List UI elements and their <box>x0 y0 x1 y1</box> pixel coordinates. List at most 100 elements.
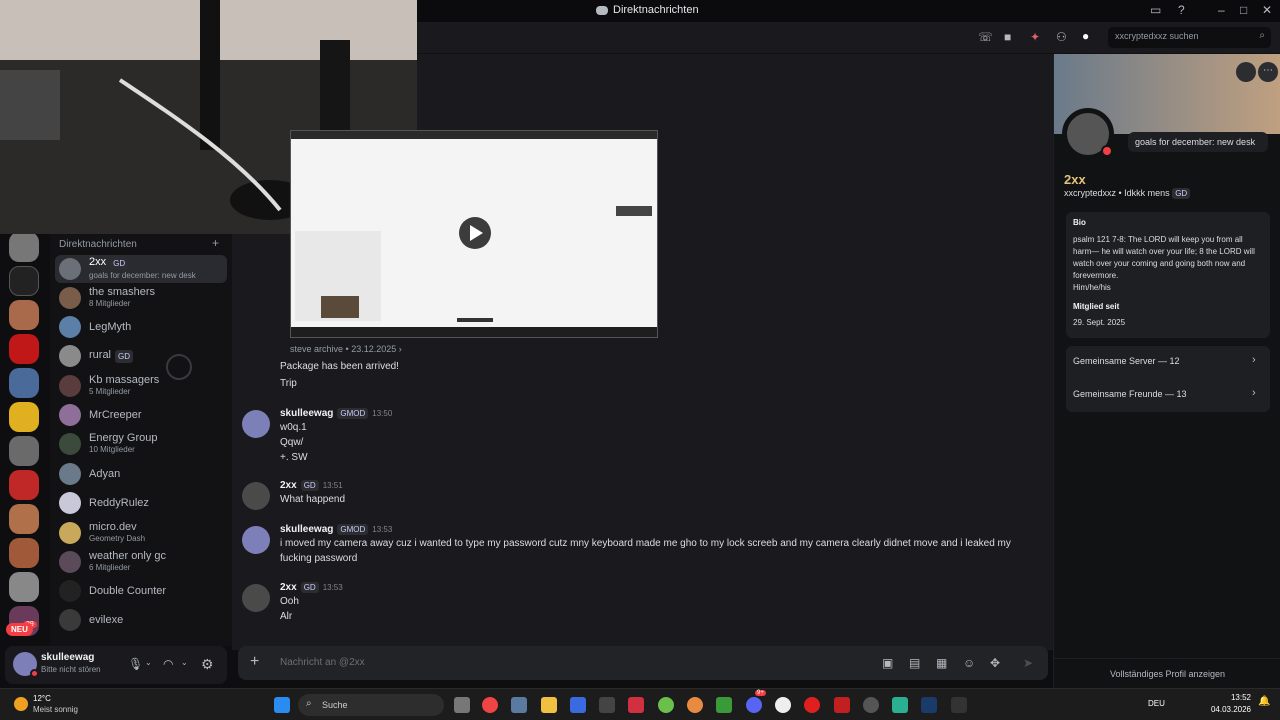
full-profile-link[interactable]: Vollständiges Profil anzeigen <box>1054 658 1280 679</box>
message-author[interactable]: skulleewag <box>280 408 333 419</box>
add-friend-icon[interactable]: ⚇ <box>1056 30 1067 44</box>
chevron-down-icon[interactable]: ⌄ <box>145 658 152 667</box>
mutual-friends[interactable]: Gemeinsame Freunde — 13 <box>1073 389 1187 399</box>
gear-icon[interactable]: ⚙ <box>201 656 214 673</box>
dm-item[interactable]: Energy Group 10 Mitglieder <box>55 430 227 458</box>
message-author[interactable]: 2xx <box>280 480 297 491</box>
app-icon[interactable] <box>775 697 791 713</box>
weather-icon[interactable] <box>14 697 28 711</box>
sticker-icon[interactable]: ▦ <box>936 656 947 670</box>
chevron-down-icon[interactable]: ⌄ <box>181 658 188 667</box>
forward-meta: steve archive • 23.12.2025 › <box>290 344 402 354</box>
new-badge[interactable]: NEU <box>6 623 33 636</box>
avatar[interactable] <box>242 482 270 510</box>
server-icon[interactable] <box>9 300 39 330</box>
video-icon[interactable]: ■ <box>1004 30 1011 44</box>
emoji-icon[interactable]: ☺ <box>963 656 975 670</box>
message-author[interactable]: 2xx <box>280 582 297 593</box>
server-icon[interactable] <box>9 572 39 602</box>
dm-item[interactable]: the smashers 8 Mitglieder <box>55 284 227 312</box>
video-embed[interactable] <box>290 130 658 338</box>
message-input[interactable]: Nachricht an @2xx <box>280 657 365 668</box>
language-indicator[interactable]: DEU <box>1148 699 1165 708</box>
call-icon[interactable]: ☏ <box>978 30 993 44</box>
app-icon[interactable] <box>892 697 908 713</box>
app-icon[interactable] <box>658 697 674 713</box>
server-icon[interactable] <box>9 538 39 568</box>
server-icon[interactable] <box>9 368 39 398</box>
clock-date[interactable]: 04.03.2026 <box>1206 705 1251 714</box>
pin-icon[interactable]: ✦ <box>1030 30 1040 44</box>
mutual-servers[interactable]: Gemeinsame Server — 12 <box>1073 356 1180 366</box>
server-icon[interactable] <box>9 266 39 296</box>
apps-icon[interactable]: ✥ <box>990 656 1000 670</box>
task-view-icon[interactable] <box>454 697 470 713</box>
headphones-icon[interactable]: ◠ <box>163 657 173 671</box>
store-icon[interactable] <box>570 697 586 713</box>
gift-icon[interactable]: ▣ <box>882 656 893 670</box>
message-author[interactable]: skulleewag <box>280 524 333 535</box>
dm-item[interactable]: evilexe <box>55 606 227 634</box>
minimize-button[interactable]: – <box>1218 3 1225 17</box>
gif-icon[interactable]: ▤ <box>909 656 920 670</box>
add-dm-button[interactable]: + <box>212 236 219 250</box>
app-icon[interactable] <box>599 697 615 713</box>
server-icon[interactable] <box>9 402 39 432</box>
app-icon[interactable] <box>687 697 703 713</box>
dm-item[interactable]: Kb massagers 5 Mitglieder <box>55 372 227 400</box>
microphone-icon[interactable]: 🎙 <box>128 657 143 671</box>
avatar[interactable] <box>242 410 270 438</box>
app-icon[interactable] <box>951 697 967 713</box>
message-composer[interactable]: + Nachricht an @2xx ▣ ▤ ▦ ☺ ✥ ➤ <box>238 646 1048 680</box>
server-icon[interactable] <box>9 334 39 364</box>
calculator-icon[interactable] <box>511 697 527 713</box>
weather-temp[interactable]: 12°C <box>33 694 51 703</box>
inbox-icon[interactable]: ▭ <box>1150 3 1161 17</box>
message[interactable]: 2xx GD 13:51 What happend <box>242 480 1042 513</box>
avatar[interactable] <box>242 526 270 554</box>
windows-start-icon[interactable] <box>274 697 290 713</box>
dm-item[interactable]: ReddyRulez <box>55 489 227 517</box>
server-icon[interactable] <box>9 470 39 500</box>
notification-icon[interactable]: 🔔 <box>1258 696 1270 707</box>
more-icon[interactable]: ⋯ <box>1258 62 1278 82</box>
dm-item[interactable]: rural GD <box>55 342 227 370</box>
avatar[interactable] <box>13 652 39 678</box>
file-explorer-icon[interactable] <box>541 697 557 713</box>
profile-toggle-icon[interactable]: ● <box>1082 29 1089 43</box>
dm-item[interactable]: MrCreeper <box>55 401 227 429</box>
send-icon[interactable]: ➤ <box>1023 656 1033 670</box>
steam-icon[interactable] <box>921 697 937 713</box>
message[interactable]: 2xx GD 13:53 Ooh Alr <box>242 582 1042 630</box>
app-icon[interactable] <box>863 697 879 713</box>
server-icon[interactable] <box>9 232 39 262</box>
chrome-icon[interactable] <box>482 697 498 713</box>
app-icon[interactable] <box>628 697 644 713</box>
dm-item[interactable]: micro.dev Geometry Dash <box>55 519 227 547</box>
server-icon[interactable] <box>9 504 39 534</box>
help-icon[interactable]: ? <box>1178 3 1185 17</box>
server-icon[interactable] <box>9 436 39 466</box>
maximize-button[interactable]: □ <box>1240 3 1247 17</box>
record-icon[interactable] <box>804 697 820 713</box>
minecraft-icon[interactable] <box>716 697 732 713</box>
discord-icon[interactable]: 9+ <box>746 690 766 713</box>
dm-item[interactable]: LegMyth <box>55 313 227 341</box>
user-status: Bitte nicht stören <box>41 665 101 674</box>
app-icon[interactable] <box>834 697 850 713</box>
close-button[interactable]: ✕ <box>1262 3 1272 17</box>
dm-item[interactable]: Adyan <box>55 460 227 488</box>
message[interactable]: skulleewag GMOD 13:50 w0q.1 Qqw/ +. SW <box>242 408 1042 471</box>
message[interactable]: skulleewag GMOD 13:53 i moved my camera awa… <box>242 524 1042 572</box>
dm-item[interactable]: Double Counter <box>55 577 227 605</box>
add-friend-button[interactable] <box>1236 62 1256 82</box>
avatar[interactable] <box>242 584 270 612</box>
weather-desc[interactable]: Meist sonnig <box>33 705 78 714</box>
taskbar-search[interactable]: ⌕ Suche <box>298 694 444 716</box>
search-input[interactable]: xxcryptedxxz suchen ⌕ <box>1108 27 1271 48</box>
profile-avatar[interactable] <box>1062 108 1114 160</box>
dm-item[interactable]: 2xx GD goals for december: new desk <box>55 255 227 283</box>
dm-item[interactable]: weather only gc 6 Mitglieder <box>55 548 227 576</box>
clock-time[interactable]: 13:52 <box>1213 693 1251 702</box>
add-attachment-icon[interactable]: + <box>250 653 259 671</box>
